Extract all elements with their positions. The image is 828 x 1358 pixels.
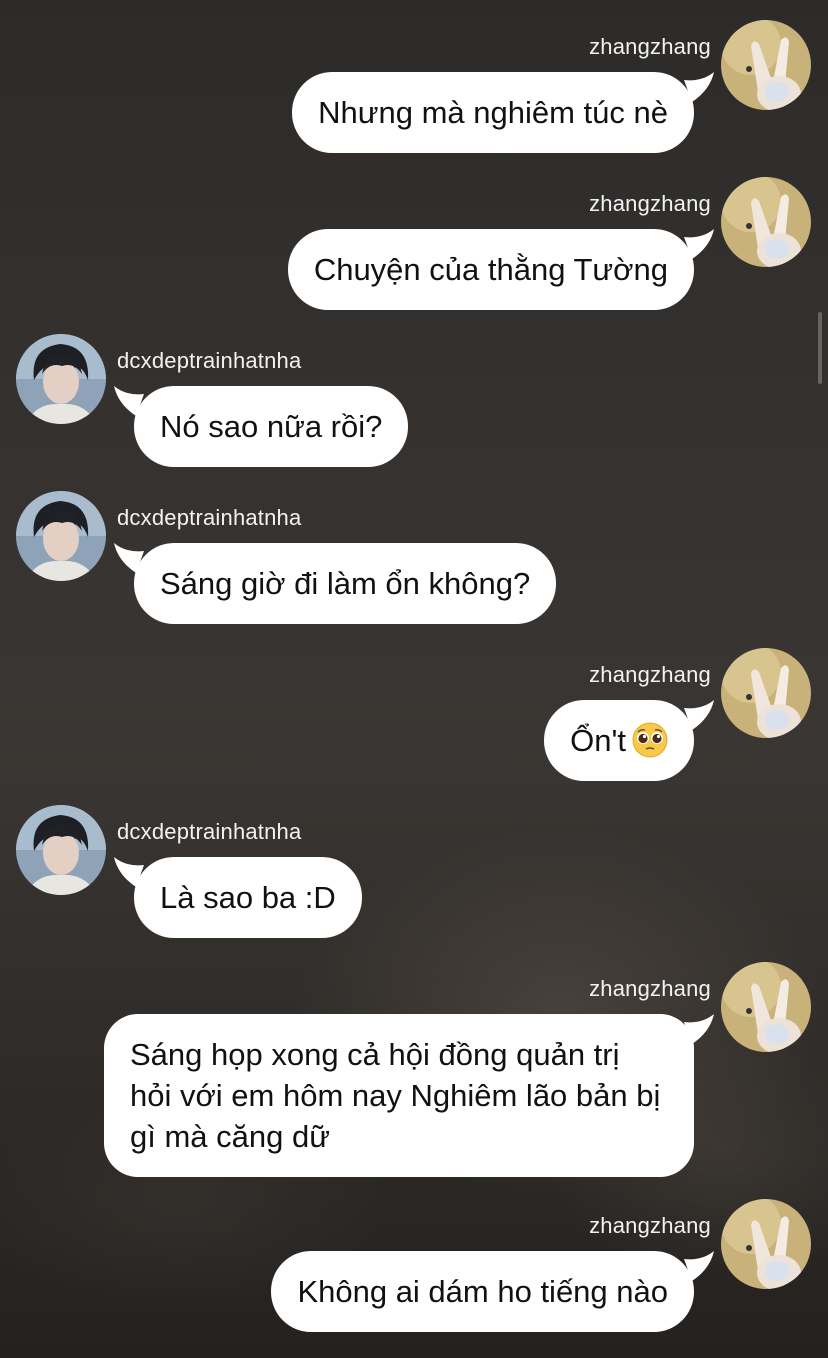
sender-username[interactable]: zhangzhang	[589, 1213, 711, 1239]
sender-username[interactable]: zhangzhang	[589, 191, 711, 217]
sender-username[interactable]: dcxdeptrainhatnha	[117, 505, 301, 531]
message-text: Ổn't	[570, 723, 626, 758]
avatar-person-icon[interactable]	[16, 491, 106, 581]
sender-username[interactable]: zhangzhang	[589, 976, 711, 1002]
sender-username[interactable]: dcxdeptrainhatnha	[117, 819, 301, 845]
pleading-face-emoji-icon	[632, 722, 668, 758]
avatar-person-icon[interactable]	[16, 334, 106, 424]
message-bubble[interactable]: Nó sao nữa rồi?	[134, 386, 409, 467]
avatar-person-icon[interactable]	[16, 805, 106, 895]
message-bubble[interactable]: Không ai dám ho tiếng nào	[271, 1251, 694, 1332]
message-bubble[interactable]: Chuyện của thằng Tường	[287, 229, 694, 310]
message-bubble[interactable]: Sáng giờ đi làm ổn không?	[134, 543, 557, 624]
avatar-peace-hand-icon[interactable]	[721, 20, 811, 110]
sender-username[interactable]: zhangzhang	[589, 34, 711, 60]
avatar-peace-hand-icon[interactable]	[721, 648, 811, 738]
avatar-peace-hand-icon[interactable]	[721, 177, 811, 267]
message-bubble[interactable]: Sáng họp xong cả hội đồng quản trị hỏi v…	[104, 1014, 694, 1177]
message-bubble[interactable]: Ổn't	[544, 700, 694, 781]
avatar-peace-hand-icon[interactable]	[721, 962, 811, 1052]
sender-username[interactable]: zhangzhang	[589, 662, 711, 688]
sender-username[interactable]: dcxdeptrainhatnha	[117, 348, 301, 374]
scrollbar[interactable]	[818, 312, 822, 384]
avatar-peace-hand-icon[interactable]	[721, 1199, 811, 1289]
message-bubble[interactable]: Là sao ba :D	[134, 857, 362, 938]
message-bubble[interactable]: Nhưng mà nghiêm túc nè	[292, 72, 694, 153]
